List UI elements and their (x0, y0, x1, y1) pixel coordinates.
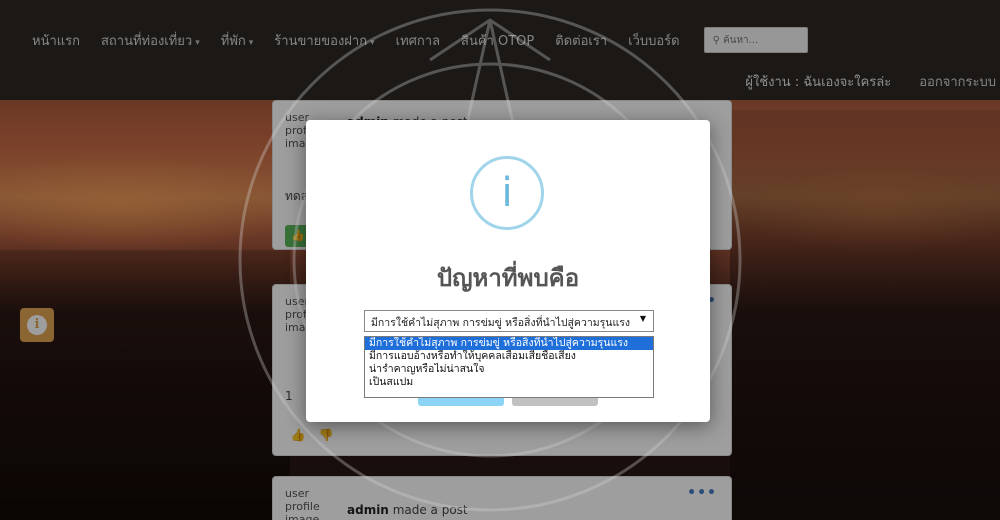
modal-title: ปัญหาที่พบคือ (436, 264, 580, 292)
dropdown-option[interactable]: เป็นสแปม (365, 376, 653, 389)
dropdown-option[interactable]: มีการแอบอ้างหรือทำให้บุคคลเสื่อมเสียชื่อ… (365, 350, 653, 363)
info-icon: i (470, 156, 544, 230)
dropdown-option[interactable]: มีการใช้คำไม่สุภาพ การข่มขู่ หรือสิ่งที่… (365, 337, 653, 350)
problem-dropdown-list: มีการใช้คำไม่สุภาพ การข่มขู่ หรือสิ่งที่… (364, 336, 654, 398)
select-value: มีการใช้คำไม่สุภาพ การข่มขู่ หรือสิ่งที่… (371, 317, 631, 329)
select-arrow-icon: ▼ (639, 314, 646, 323)
dropdown-option[interactable]: น่ารำคาญหรือไม่น่าสนใจ (365, 363, 653, 376)
problem-select[interactable]: มีการใช้คำไม่สุภาพ การข่มขู่ หรือสิ่งที่… (364, 310, 654, 332)
